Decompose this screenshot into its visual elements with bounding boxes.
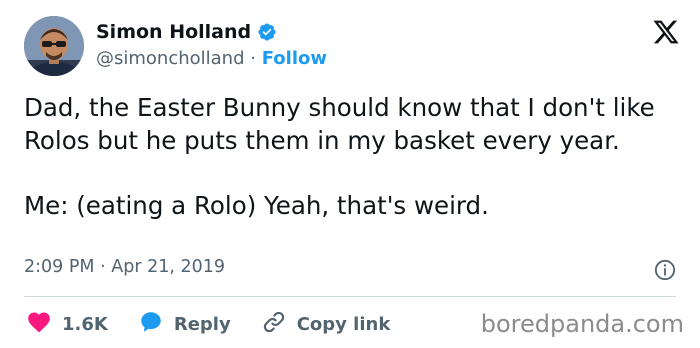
author-handle-line: @simoncholland · Follow xyxy=(96,48,327,69)
speech-bubble-icon xyxy=(138,309,164,340)
reply-button[interactable]: Reply xyxy=(138,309,231,340)
heart-icon xyxy=(26,309,52,340)
tweet-text: Dad, the Easter Bunny should know that I… xyxy=(24,93,655,220)
link-icon xyxy=(261,309,287,340)
author-name-row: Simon Holland xyxy=(96,21,277,43)
avatar[interactable] xyxy=(24,16,84,76)
tweet-date: Apr 21, 2019 xyxy=(111,257,226,277)
handle-separator: · xyxy=(250,48,256,69)
info-icon[interactable] xyxy=(654,259,676,281)
tweet-time: 2:09 PM xyxy=(24,257,95,277)
timestamp-separator: · xyxy=(100,257,106,277)
author-name[interactable]: Simon Holland xyxy=(96,21,251,43)
follow-button[interactable]: Follow xyxy=(262,48,327,69)
reply-label: Reply xyxy=(173,314,231,335)
watermark: boredpanda.com xyxy=(480,310,684,338)
tweet-actions: 1.6K Reply Copy link xyxy=(26,309,420,340)
x-logo-icon[interactable] xyxy=(652,18,680,46)
copy-link-label: Copy link xyxy=(296,314,391,335)
like-button[interactable]: 1.6K xyxy=(26,309,108,340)
like-count: 1.6K xyxy=(62,314,108,335)
tweet-timestamp[interactable]: 2:09 PM · Apr 21, 2019 xyxy=(24,257,225,277)
divider xyxy=(24,296,676,297)
copy-link-button[interactable]: Copy link xyxy=(261,309,391,340)
author-handle[interactable]: @simoncholland xyxy=(96,48,245,69)
verified-badge-icon xyxy=(257,22,277,42)
